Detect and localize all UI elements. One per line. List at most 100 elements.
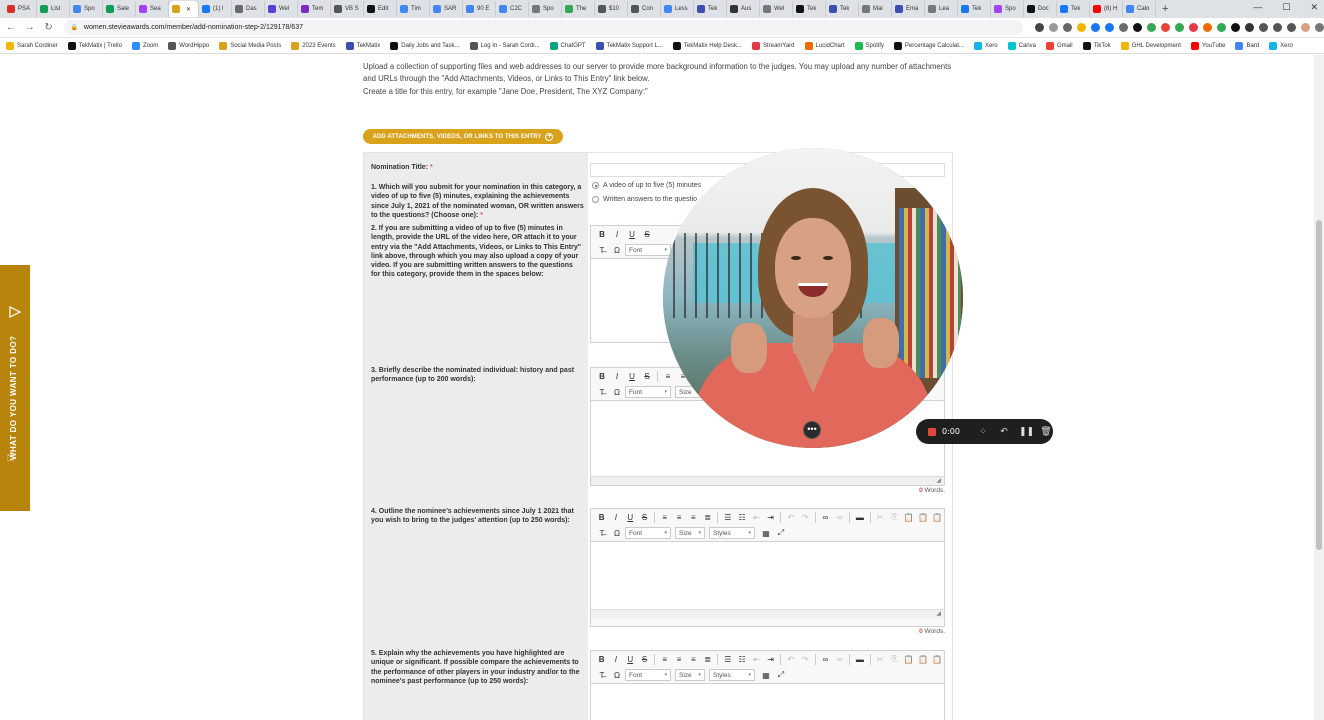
browser-tab[interactable]: Mai bbox=[859, 1, 892, 17]
special-char-icon[interactable]: Ω bbox=[610, 527, 624, 540]
bookmark-item[interactable]: TekMatix Help Desk... bbox=[672, 41, 742, 50]
browser-tab[interactable]: Wel bbox=[760, 1, 793, 17]
pin-icon[interactable] bbox=[1259, 23, 1268, 32]
camera-extension-icon[interactable] bbox=[1035, 23, 1044, 32]
browser-tab[interactable]: 90 E bbox=[463, 1, 496, 17]
undo-icon[interactable]: ↶ bbox=[784, 653, 797, 666]
browser-tab[interactable]: C2C bbox=[496, 1, 529, 17]
extension-icon-7[interactable] bbox=[1203, 23, 1212, 32]
strike-button[interactable]: S bbox=[640, 228, 654, 241]
bold-button[interactable]: B bbox=[595, 228, 609, 241]
align-right-icon[interactable]: ≡ bbox=[687, 653, 700, 666]
clear-format-icon[interactable]: T̶ bbox=[595, 386, 609, 399]
extension-icon-3[interactable] bbox=[1147, 23, 1156, 32]
bookmark-item[interactable]: YouTube bbox=[1190, 41, 1225, 50]
webcam-more-options-icon[interactable]: ••• bbox=[803, 421, 821, 439]
scrollbar-thumb[interactable] bbox=[1316, 220, 1322, 550]
horizontal-rule-icon[interactable]: ▬ bbox=[853, 653, 866, 666]
underline-button[interactable]: U bbox=[625, 228, 639, 241]
menu-icon[interactable] bbox=[1315, 23, 1324, 32]
browser-tab[interactable]: $10 bbox=[595, 1, 628, 17]
bookmark-item[interactable]: Canva bbox=[1007, 41, 1036, 50]
underline-button[interactable]: U bbox=[624, 511, 637, 524]
bookmark-item[interactable]: Xero bbox=[973, 41, 998, 50]
question-5-textarea[interactable] bbox=[591, 683, 944, 720]
unlink-icon[interactable]: ∞ bbox=[833, 653, 846, 666]
facebook-extension-icon-2[interactable] bbox=[1105, 23, 1114, 32]
justify-icon[interactable]: ≣ bbox=[701, 653, 714, 666]
browser-tab[interactable]: Aus bbox=[727, 1, 760, 17]
special-char-icon[interactable]: Ω bbox=[610, 669, 624, 682]
italic-button[interactable]: I bbox=[609, 653, 622, 666]
browser-tab[interactable]: (8) H bbox=[1090, 1, 1123, 17]
bookmark-item[interactable]: LucidChart bbox=[804, 41, 845, 50]
url-field[interactable]: 🔒 women.stevieawards.com/member/add-nomi… bbox=[64, 20, 1023, 35]
redo-icon[interactable]: ↷ bbox=[799, 653, 812, 666]
browser-tab[interactable]: Con bbox=[628, 1, 661, 17]
numbered-list-icon[interactable]: ☷ bbox=[735, 653, 748, 666]
browser-tab[interactable]: Tek bbox=[826, 1, 859, 17]
bookmark-item[interactable]: Percentage Calculat... bbox=[893, 41, 964, 50]
paste-text-icon[interactable]: 📋 bbox=[916, 511, 929, 524]
question-5-editor[interactable]: B I U S ≡ ≡ ≡ ≣ ☰ ☷ ⇤ ⇥ ↶ ↷ ∞ ∞ ▬ ✂ ⎘ 📋 … bbox=[590, 650, 945, 720]
browser-tab[interactable]: (1) l bbox=[199, 1, 232, 17]
browser-tab[interactable]: The bbox=[562, 1, 595, 17]
bookmark-item[interactable]: TekMatix bbox=[345, 41, 380, 50]
forward-icon[interactable]: → bbox=[22, 22, 38, 33]
extension-icon-5[interactable] bbox=[1175, 23, 1184, 32]
paste-word-icon[interactable]: 📋 bbox=[931, 511, 944, 524]
maximize-icon[interactable]: ⤢ bbox=[774, 669, 788, 682]
tab-close-icon[interactable]: ✕ bbox=[186, 6, 191, 13]
puzzle-icon[interactable] bbox=[1245, 23, 1254, 32]
page-scrollbar[interactable] bbox=[1314, 55, 1324, 720]
pause-icon[interactable]: ❚❚ bbox=[1019, 426, 1034, 437]
bookmark-item[interactable]: Daily Jobs and Task... bbox=[390, 41, 460, 50]
bookmark-item[interactable]: Log In - Sarah Cordi... bbox=[469, 41, 540, 50]
extension-icon-8[interactable] bbox=[1217, 23, 1226, 32]
align-center-icon[interactable]: ≡ bbox=[672, 653, 685, 666]
bold-button[interactable]: B bbox=[595, 511, 608, 524]
link-icon[interactable]: ∞ bbox=[819, 511, 832, 524]
browser-tab[interactable]: SAR bbox=[430, 1, 463, 17]
browser-tab[interactable]: Tek bbox=[958, 1, 991, 17]
redo-icon[interactable]: ↷ bbox=[799, 511, 812, 524]
bold-button[interactable]: B bbox=[595, 653, 608, 666]
table-icon[interactable]: ▦ bbox=[759, 527, 773, 540]
browser-tab[interactable]: Tek bbox=[694, 1, 727, 17]
browser-tab[interactable]: Edit bbox=[364, 1, 397, 17]
bookmark-item[interactable]: GHL Development bbox=[1120, 41, 1181, 50]
browser-tab[interactable]: Spo bbox=[529, 1, 562, 17]
bookmark-item[interactable]: 2023 Events bbox=[291, 41, 336, 50]
browser-tab[interactable]: PSA bbox=[4, 1, 37, 17]
sidepanel-icon[interactable] bbox=[1287, 23, 1296, 32]
extension-icon[interactable] bbox=[1077, 23, 1086, 32]
bookmark-star-icon[interactable] bbox=[1063, 23, 1072, 32]
font-combo[interactable]: Font ▾ bbox=[625, 669, 671, 681]
bookmark-item[interactable]: Spotify bbox=[854, 41, 884, 50]
bookmark-item[interactable]: TekMatix | Trello bbox=[67, 41, 122, 50]
browser-tab[interactable]: Sea bbox=[136, 1, 169, 17]
share-icon[interactable] bbox=[1049, 23, 1058, 32]
profile-avatar[interactable] bbox=[1301, 23, 1310, 32]
styles-combo[interactable]: Styles ▾ bbox=[709, 669, 755, 681]
strike-button[interactable]: S bbox=[640, 370, 654, 383]
extension-icon-2[interactable] bbox=[1119, 23, 1128, 32]
bookmark-item[interactable]: Xero bbox=[1269, 41, 1293, 50]
new-tab-button[interactable]: + bbox=[1156, 3, 1174, 15]
facebook-extension-icon[interactable] bbox=[1091, 23, 1100, 32]
indent-icon[interactable]: ⇥ bbox=[764, 653, 777, 666]
browser-tab[interactable]: Tek bbox=[793, 1, 826, 17]
browser-tab[interactable]: ✕ bbox=[169, 1, 199, 17]
size-combo[interactable]: Size ▾ bbox=[675, 669, 705, 681]
undo-icon[interactable]: ↶ bbox=[784, 511, 797, 524]
maximize-icon[interactable]: ⤢ bbox=[774, 527, 788, 540]
paste-word-icon[interactable]: 📋 bbox=[931, 653, 944, 666]
bookmark-item[interactable]: Gmail bbox=[1045, 41, 1073, 50]
question-4-textarea[interactable] bbox=[591, 541, 944, 609]
outdent-icon[interactable]: ⇤ bbox=[750, 653, 763, 666]
align-left-icon[interactable]: ≡ bbox=[658, 653, 671, 666]
clear-format-icon[interactable]: T̶ bbox=[595, 244, 609, 257]
download-icon[interactable] bbox=[1273, 23, 1282, 32]
special-char-icon[interactable]: Ω bbox=[610, 244, 624, 257]
browser-tab[interactable]: Sale bbox=[103, 1, 136, 17]
